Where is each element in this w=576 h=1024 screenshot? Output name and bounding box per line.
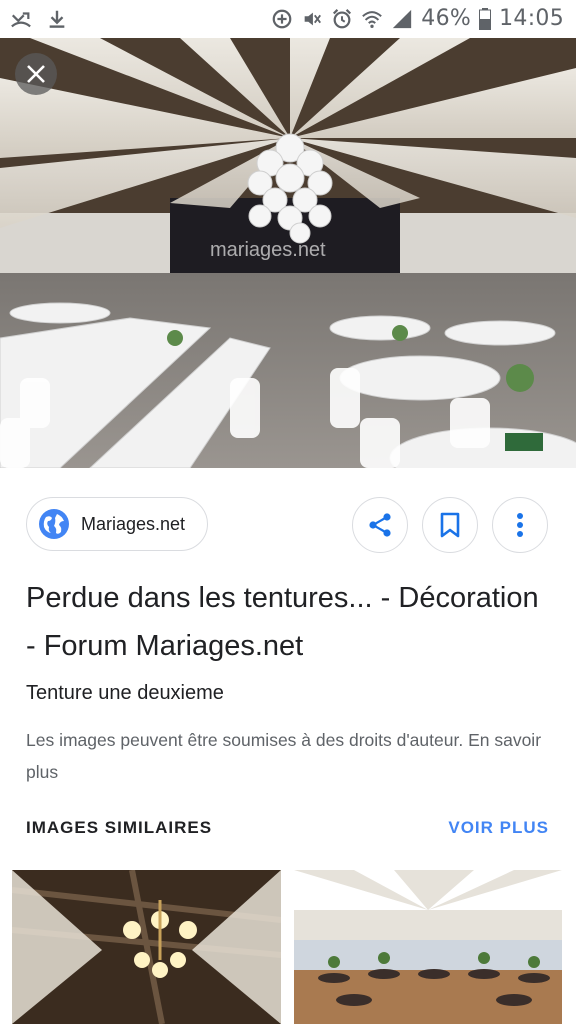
copyright-notice: Les images peuvent être soumises à des d… (26, 724, 546, 788)
bookmark-icon (440, 512, 460, 538)
missed-call-icon (11, 12, 31, 28)
wedding-hall-photo: mariages.net (0, 38, 576, 468)
close-button[interactable] (15, 53, 57, 95)
more-options-button[interactable] (492, 497, 548, 553)
reception-hall-photo (294, 870, 562, 1024)
globe-icon (39, 509, 69, 539)
result-subtitle: Tenture une deuxieme (26, 682, 224, 704)
similar-image-thumbnail[interactable] (294, 870, 562, 1024)
image-watermark: mariages.net (210, 239, 326, 261)
mute-icon (304, 12, 322, 25)
more-vert-icon (517, 513, 523, 537)
source-site-name: Mariages.net (81, 513, 186, 534)
share-button[interactable] (352, 497, 408, 553)
close-icon (27, 65, 45, 83)
similar-images-heading: IMAGES SIMILAIRES (26, 818, 213, 837)
download-icon (49, 10, 65, 28)
status-bar: 46% 14:05 (0, 0, 576, 38)
bookmark-button[interactable] (422, 497, 478, 553)
battery-icon (479, 7, 492, 30)
clock: 14:05 (499, 6, 564, 31)
wifi-icon (362, 10, 383, 28)
copyright-text: Les images peuvent être soumises à des d… (26, 730, 464, 750)
result-title[interactable]: Perdue dans les tentures... - Décoration… (26, 574, 556, 670)
chandelier-photo (12, 870, 281, 1024)
see-more-link[interactable]: VOIR PLUS (448, 818, 549, 838)
similar-image-thumbnail[interactable] (12, 870, 281, 1024)
share-icon (369, 513, 391, 537)
data-saver-icon (272, 9, 292, 28)
preview-image[interactable]: mariages.net (0, 38, 576, 468)
source-chip[interactable]: Mariages.net (26, 497, 208, 551)
signal-icon (393, 9, 412, 28)
alarm-icon (333, 8, 352, 28)
battery-level: 46% (421, 6, 472, 31)
